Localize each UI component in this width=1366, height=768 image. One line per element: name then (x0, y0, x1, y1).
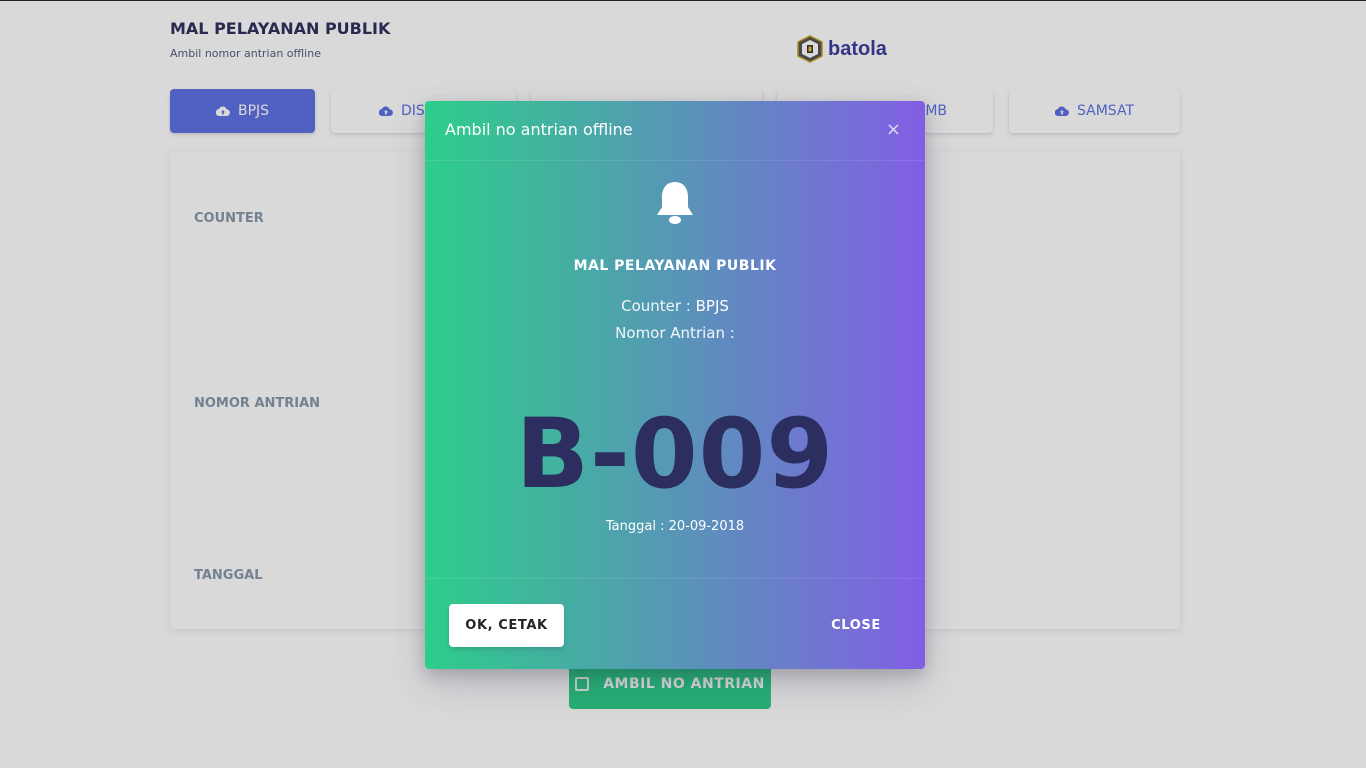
bell-icon (657, 182, 693, 224)
close-icon[interactable]: × (886, 119, 901, 140)
ok-print-button[interactable]: OK, CETAK (449, 604, 564, 647)
modal-footer: OK, CETAK CLOSE (425, 578, 925, 669)
queue-number: B-009 (515, 398, 835, 510)
counter-line: Counter : BPJS (425, 297, 925, 315)
modal-heading: MAL PELAYANAN PUBLIK (573, 258, 777, 274)
queue-ticket-modal: Ambil no antrian offline × MAL PELAYANAN… (425, 101, 925, 669)
modal-title: Ambil no antrian offline (445, 120, 633, 139)
counter-value: BPJS (695, 297, 729, 315)
modal-header: Ambil no antrian offline × (425, 101, 925, 161)
counter-line-label: Counter : (621, 297, 696, 315)
close-button[interactable]: CLOSE (811, 604, 901, 647)
queue-line-label: Nomor Antrian : (615, 324, 735, 342)
ticket-date: Tanggal : 20-09-2018 (605, 519, 745, 534)
